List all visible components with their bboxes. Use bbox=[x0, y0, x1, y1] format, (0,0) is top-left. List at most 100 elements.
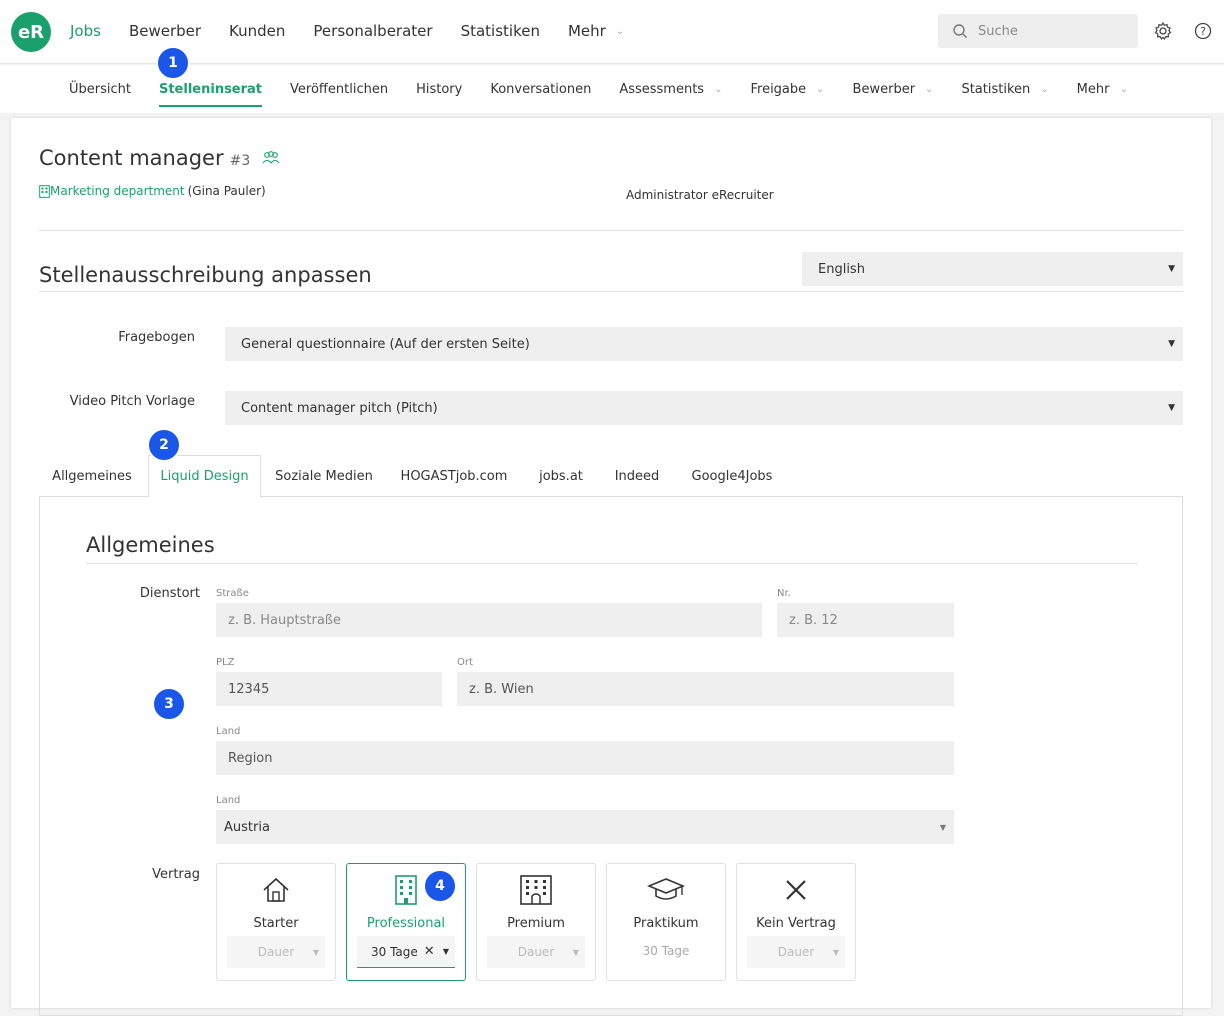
plz-input[interactable]: 12345 bbox=[216, 672, 442, 706]
country-select[interactable]: Austria ▼ bbox=[216, 810, 954, 844]
caret-down-icon: ▼ bbox=[312, 947, 319, 957]
job-department: Marketing department (Gina Pauler) bbox=[39, 184, 266, 198]
subnav-assessments-label: Assessments bbox=[619, 82, 705, 97]
contract-option-starter[interactable]: Starter Dauer ▼ bbox=[216, 863, 336, 981]
questionnaire-select[interactable]: General questionnaire (Auf der ersten Se… bbox=[225, 327, 1183, 361]
city-input[interactable]: z. B. Wien bbox=[457, 672, 954, 706]
caret-down-icon: ▼ bbox=[1168, 403, 1175, 413]
nav-mehr-label: Mehr bbox=[567, 22, 606, 40]
tab-bar: Allgemeines Liquid Design Soziale Medien… bbox=[39, 455, 1183, 498]
divider bbox=[39, 291, 1183, 292]
nav-statistiken[interactable]: Statistiken bbox=[461, 22, 540, 40]
x-icon bbox=[786, 880, 806, 900]
nav-personalberater[interactable]: Personalberater bbox=[313, 22, 432, 40]
caret-down-icon: ▼ bbox=[442, 947, 449, 956]
country-land-label: Land bbox=[216, 795, 241, 806]
department-link[interactable]: Marketing department bbox=[50, 184, 185, 198]
search-input[interactable]: Suche bbox=[938, 14, 1138, 48]
nav-bewerber[interactable]: Bewerber bbox=[129, 22, 201, 40]
plz-label: PLZ bbox=[216, 657, 235, 668]
video-pitch-value: Content manager pitch (Pitch) bbox=[241, 400, 438, 416]
graduation-cap-icon bbox=[647, 878, 685, 900]
ort-label: Ort bbox=[457, 657, 473, 668]
nav-kunden[interactable]: Kunden bbox=[229, 22, 285, 40]
contract-option-praktikum[interactable]: Praktikum 30 Tage bbox=[606, 863, 726, 981]
divider bbox=[86, 563, 1138, 564]
tab-jobs-at[interactable]: jobs.at bbox=[527, 455, 595, 497]
help-icon[interactable]: ? bbox=[1193, 21, 1213, 41]
step-badge-4: 4 bbox=[423, 869, 457, 903]
vertrag-label: Vertrag bbox=[152, 867, 200, 882]
questionnaire-label: Fragebogen bbox=[118, 330, 195, 345]
tab-indeed[interactable]: Indeed bbox=[602, 455, 672, 497]
chevron-down-icon: ⌄ bbox=[714, 84, 723, 95]
duration-value: Dauer bbox=[517, 945, 555, 959]
strasse-label: Straße bbox=[216, 588, 249, 599]
caret-down-icon: ▼ bbox=[572, 947, 579, 957]
house-number-input[interactable]: z. B. 12 bbox=[777, 603, 954, 637]
contract-label: Professional bbox=[366, 916, 446, 931]
team-icon[interactable] bbox=[262, 151, 280, 165]
tab-hogastjob[interactable]: HOGASTjob.com bbox=[389, 455, 519, 497]
video-pitch-select[interactable]: Content manager pitch (Pitch) ▼ bbox=[225, 391, 1183, 425]
building-icon bbox=[39, 184, 50, 198]
svg-text:?: ? bbox=[1200, 25, 1206, 38]
duration-select[interactable]: Dauer ▼ bbox=[747, 936, 845, 968]
subnav-stelleninserat[interactable]: Stelleninserat bbox=[158, 82, 263, 107]
duration-value: Dauer bbox=[257, 945, 295, 959]
step-badge-1: 1 bbox=[156, 46, 190, 80]
nav-jobs[interactable]: Jobs bbox=[70, 22, 101, 40]
subnav-history[interactable]: History bbox=[416, 82, 462, 97]
tab-soziale-medien[interactable]: Soziale Medien bbox=[267, 455, 381, 497]
street-input[interactable]: z. B. Hauptstraße bbox=[216, 603, 762, 637]
duration-select[interactable]: Dauer ▼ bbox=[487, 936, 585, 968]
admin-label: Administrator eRecruiter bbox=[626, 188, 774, 202]
caret-down-icon: ▼ bbox=[1168, 339, 1175, 349]
contract-label: Praktikum bbox=[633, 916, 699, 931]
duration-select[interactable]: Dauer ▼ bbox=[227, 936, 325, 968]
caret-down-icon: ▼ bbox=[832, 947, 839, 957]
subnav-freigabe-label: Freigabe bbox=[750, 82, 807, 97]
contract-label: Starter bbox=[253, 916, 299, 931]
subnav-konversationen[interactable]: Konversationen bbox=[490, 82, 591, 97]
duration-value: 30 Tage bbox=[371, 944, 418, 959]
subnav-freigabe[interactable]: Freigabe ⌄ bbox=[750, 82, 824, 97]
language-select[interactable]: English ▼ bbox=[802, 252, 1183, 286]
chevron-down-icon: ⌄ bbox=[816, 84, 825, 95]
contract-option-kein-vertrag[interactable]: Kein Vertrag Dauer ▼ bbox=[736, 863, 856, 981]
subnav-veroeffentlichen[interactable]: Veröffentlichen bbox=[290, 82, 388, 97]
subnav-mehr-label: Mehr bbox=[1076, 82, 1110, 97]
subnav-uebersicht[interactable]: Übersicht bbox=[69, 82, 131, 97]
chevron-down-icon: ⌄ bbox=[925, 84, 934, 95]
subnav-bewerber-label: Bewerber bbox=[852, 82, 916, 97]
contract-option-premium[interactable]: Premium Dauer ▼ bbox=[476, 863, 596, 981]
chevron-down-icon: ⌄ bbox=[615, 25, 625, 37]
country-value: Austria bbox=[224, 819, 270, 835]
tab-google4jobs[interactable]: Google4Jobs bbox=[681, 455, 783, 497]
caret-down-icon: ▼ bbox=[939, 822, 946, 832]
step-badge-3: 3 bbox=[152, 687, 186, 721]
contract-label: Premium bbox=[507, 916, 565, 931]
search-placeholder: Suche bbox=[978, 23, 1018, 39]
gear-icon[interactable] bbox=[1153, 21, 1173, 41]
search-icon bbox=[953, 24, 967, 38]
step-badge-2: 2 bbox=[147, 428, 181, 462]
contract-label: Kein Vertrag bbox=[756, 916, 836, 931]
main-nav: Jobs Bewerber Kunden Personalberater Sta… bbox=[70, 22, 652, 40]
nav-mehr[interactable]: Mehr ⌄ bbox=[568, 22, 624, 40]
chevron-down-icon: ⌄ bbox=[1119, 84, 1128, 95]
subnav-statistiken[interactable]: Statistiken ⌄ bbox=[961, 82, 1048, 97]
office-building-icon bbox=[395, 875, 417, 905]
video-pitch-label: Video Pitch Vorlage bbox=[69, 394, 195, 409]
liquid-design-panel: Allgemeines Dienstort Straße z. B. Haupt… bbox=[39, 496, 1183, 1016]
duration-value: Dauer bbox=[777, 945, 815, 959]
duration-select[interactable]: 30 Tage ✕ ▼ bbox=[357, 936, 455, 968]
logo[interactable]: eR bbox=[11, 12, 51, 52]
region-input[interactable]: Region bbox=[216, 741, 954, 775]
subnav-assessments[interactable]: Assessments ⌄ bbox=[619, 82, 722, 97]
tab-allgemeines[interactable]: Allgemeines bbox=[39, 455, 145, 497]
divider bbox=[39, 230, 1183, 231]
clear-icon[interactable]: ✕ bbox=[424, 944, 435, 959]
subnav-mehr[interactable]: Mehr ⌄ bbox=[1077, 82, 1128, 97]
subnav-bewerber[interactable]: Bewerber ⌄ bbox=[853, 82, 934, 97]
